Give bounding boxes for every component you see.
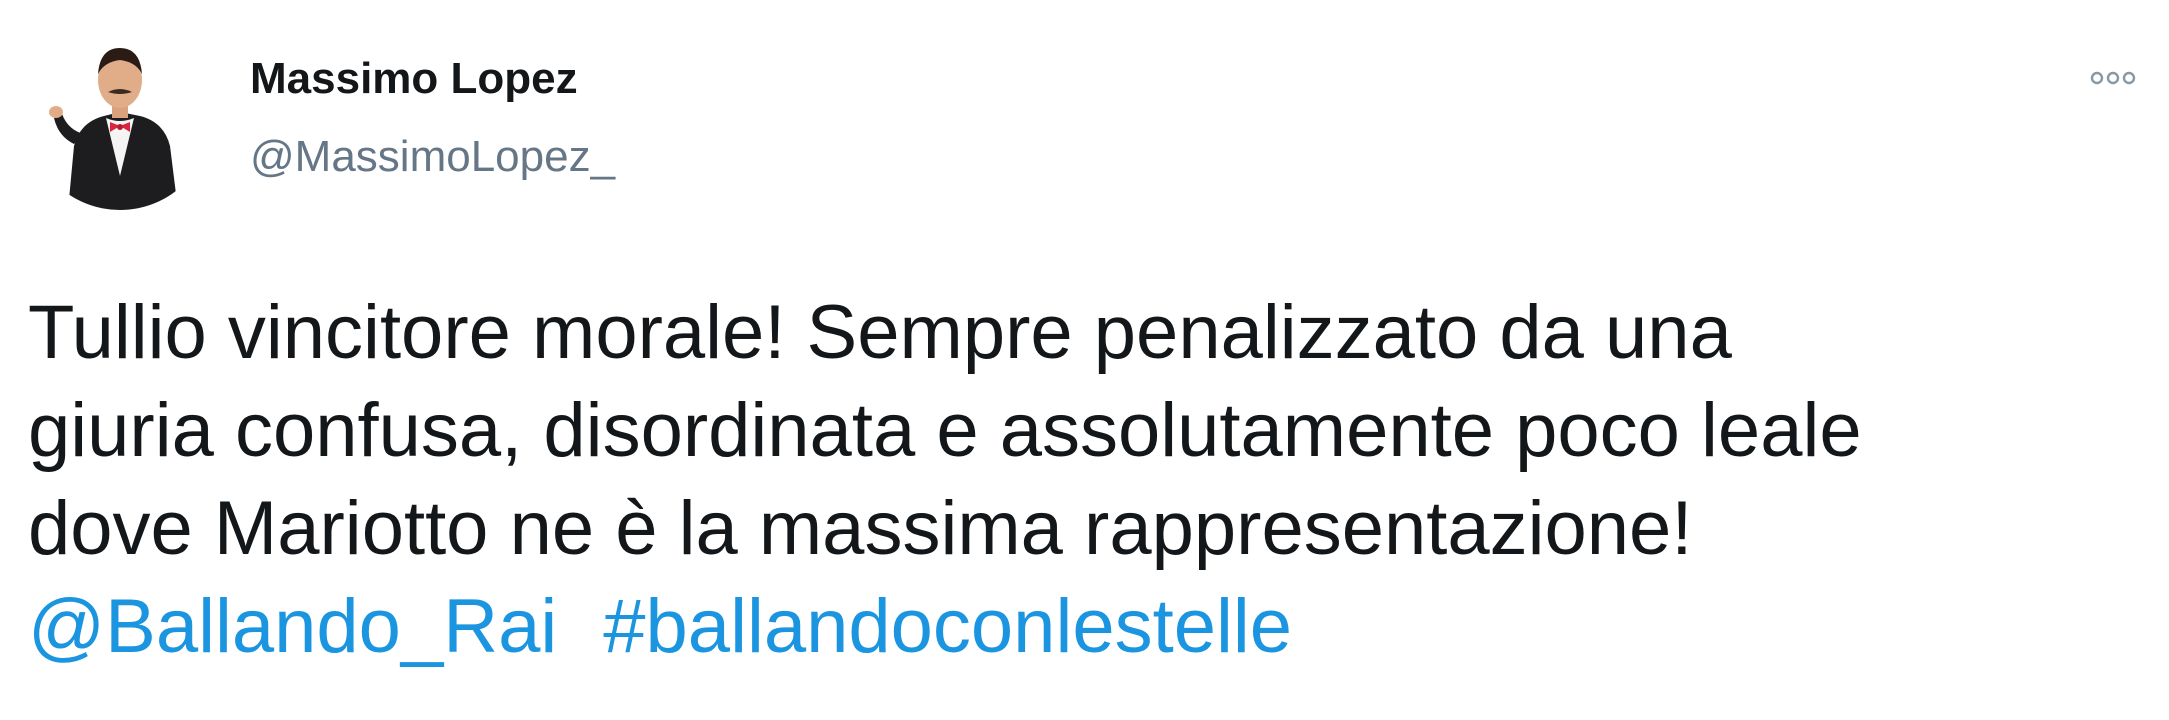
avatar-image	[28, 26, 212, 210]
tweet-text: Tullio vincitore morale! Sempre penalizz…	[28, 284, 2138, 676]
tweet-line: giuria confusa, disordinata e assolutame…	[28, 388, 1862, 473]
avatar[interactable]	[28, 26, 212, 210]
more-options-button[interactable]	[2083, 58, 2143, 98]
author-handle[interactable]: @MassimoLopez_	[250, 132, 615, 182]
tweet-line: dove Mariotto ne è la massima rappresent…	[28, 486, 1693, 571]
mention-link[interactable]: @Ballando_Rai	[28, 584, 557, 669]
author-name[interactable]: Massimo Lopez	[250, 54, 578, 104]
more-dots-icon	[2090, 71, 2136, 85]
tweet-card: Massimo Lopez @MassimoLopez_ Tullio vinc…	[0, 0, 2169, 720]
hashtag-link[interactable]: #ballandoconlestelle	[603, 584, 1292, 669]
tweet-line: Tullio vincitore morale! Sempre penalizz…	[28, 290, 1732, 375]
tweet-tags-line: @Ballando_Rai #ballandoconlestelle	[28, 578, 2138, 676]
